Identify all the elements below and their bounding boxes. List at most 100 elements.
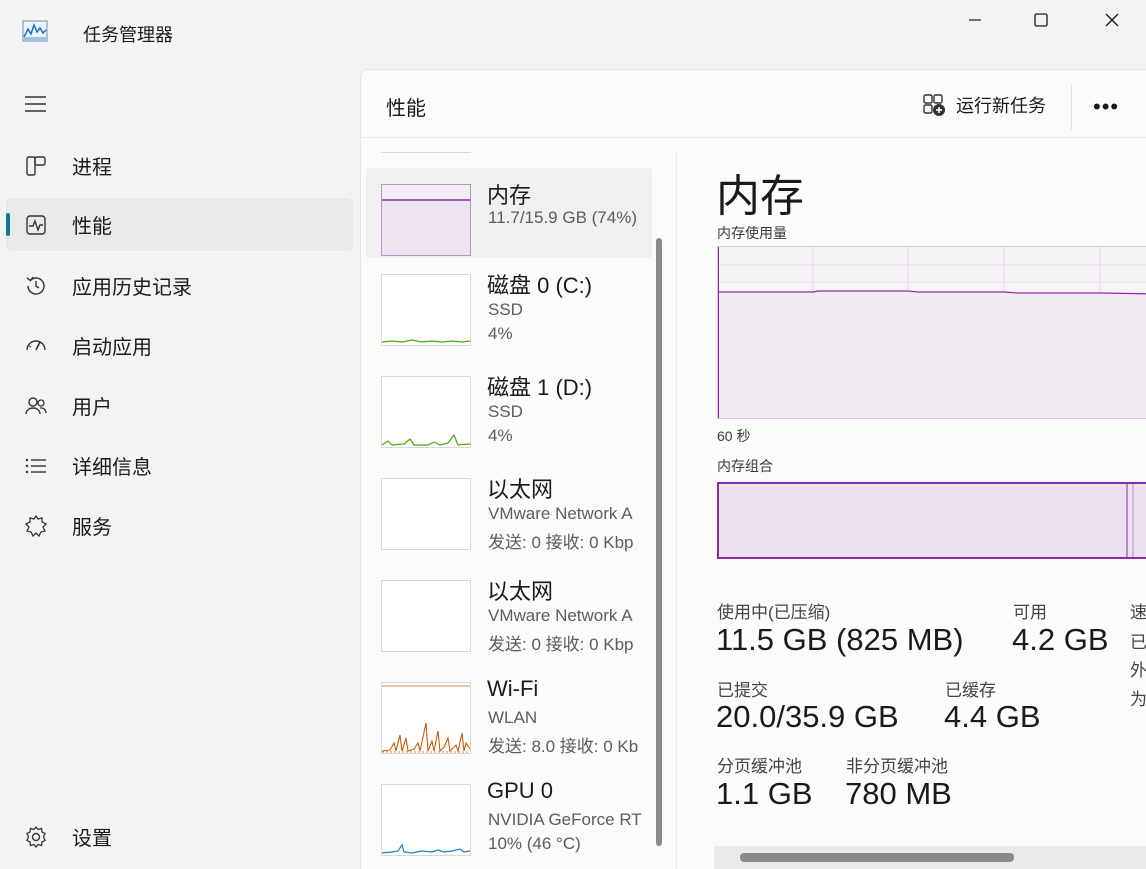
detail-title: 内存 bbox=[716, 172, 804, 221]
device-name: 磁盘 1 (D:) bbox=[487, 375, 593, 400]
task-manager-app-icon bbox=[22, 20, 48, 42]
adapter-name: VMware Network A bbox=[488, 606, 633, 625]
nonpaged-pool-value: 780 MB bbox=[845, 776, 952, 811]
device-name: Wi-Fi bbox=[487, 676, 539, 701]
device-name: 磁盘 0 (C:) bbox=[487, 273, 593, 298]
more-icon: ••• bbox=[1093, 94, 1120, 119]
speed-side-text-2: 外 bbox=[1130, 661, 1146, 680]
active-indicator bbox=[6, 213, 10, 236]
gpu-model: NVIDIA GeForce RT bbox=[488, 810, 642, 829]
disk-1-thumbnail bbox=[381, 376, 471, 448]
memory-thumbnail bbox=[381, 184, 471, 256]
details-icon bbox=[23, 453, 49, 479]
speed-side-text-1: 已 bbox=[1130, 633, 1146, 652]
processes-icon bbox=[23, 153, 49, 179]
sidebar-item-label: 性能 bbox=[72, 216, 112, 238]
minimize-icon bbox=[969, 19, 981, 21]
sidebar-item-label: 服务 bbox=[72, 517, 112, 539]
more-options-button[interactable]: ••• bbox=[1093, 94, 1119, 120]
device-name: GPU 0 bbox=[487, 778, 554, 803]
device-type: SSD bbox=[488, 300, 523, 319]
sidebar-item-settings[interactable]: 设置 bbox=[6, 810, 353, 863]
device-type: SSD bbox=[488, 402, 523, 421]
device-list-scrollbar[interactable] bbox=[656, 238, 662, 846]
close-icon bbox=[1105, 13, 1119, 27]
time-span-label: 60 秒 bbox=[717, 428, 751, 444]
services-icon bbox=[23, 513, 49, 539]
sidebar-item-processes[interactable]: 进程 bbox=[6, 139, 353, 192]
horizontal-scrollbar[interactable] bbox=[740, 853, 1014, 862]
device-item-ethernet-1[interactable]: 以太网 VMware Network A 发送: 0 接收: 0 Kbp bbox=[366, 462, 652, 552]
sidebar-item-services[interactable]: 服务 bbox=[6, 499, 353, 552]
sidebar-item-label: 详细信息 bbox=[72, 457, 152, 479]
header-separator bbox=[361, 137, 1146, 138]
maximize-icon bbox=[1034, 13, 1048, 27]
device-item-memory[interactable]: 内存 11.7/15.9 GB (74%) bbox=[366, 168, 652, 258]
ethernet-1-thumbnail bbox=[381, 478, 471, 550]
available-value: 4.2 GB bbox=[1012, 622, 1109, 657]
run-new-task-icon bbox=[923, 94, 945, 116]
sidebar-item-details[interactable]: 详细信息 bbox=[6, 439, 353, 492]
device-name: 以太网 bbox=[487, 579, 554, 604]
ethernet-2-thumbnail bbox=[381, 580, 471, 652]
cached-value: 4.4 GB bbox=[944, 699, 1041, 734]
close-button[interactable] bbox=[1099, 8, 1125, 32]
committed-value: 20.0/35.9 GB bbox=[716, 699, 899, 734]
committed-label: 已提交 bbox=[717, 681, 768, 700]
device-item-disk-0[interactable]: 磁盘 0 (C:) SSD 4% bbox=[366, 258, 652, 348]
list-divider bbox=[676, 150, 677, 869]
paged-pool-label: 分页缓冲池 bbox=[717, 757, 802, 776]
speed-side-text-3: 为 bbox=[1130, 690, 1146, 709]
memory-composition-bar bbox=[717, 482, 1146, 559]
device-usage: 4% bbox=[488, 426, 513, 445]
settings-label: 设置 bbox=[72, 828, 112, 850]
sidebar-item-performance[interactable]: 性能 bbox=[6, 198, 353, 251]
startup-apps-icon bbox=[23, 333, 49, 359]
memory-composition-label: 内存组合 bbox=[717, 458, 773, 474]
sidebar-item-label: 启动应用 bbox=[72, 337, 152, 359]
device-item-wifi[interactable]: Wi-Fi WLAN 发送: 8.0 接收: 0 Kb bbox=[366, 666, 652, 756]
device-usage: 4% bbox=[488, 324, 513, 343]
adapter-name: WLAN bbox=[488, 708, 538, 727]
performance-icon bbox=[23, 212, 49, 238]
sidebar-item-label: 应用历史记录 bbox=[72, 277, 192, 299]
sidebar-item-users[interactable]: 用户 bbox=[6, 379, 353, 432]
in-use-label: 使用中(已压缩) bbox=[717, 603, 831, 622]
nonpaged-pool-label: 非分页缓冲池 bbox=[846, 757, 948, 776]
memory-usage-label: 内存使用量 bbox=[717, 225, 787, 241]
app-history-icon bbox=[23, 273, 49, 299]
device-item-disk-1[interactable]: 磁盘 1 (D:) SSD 4% bbox=[366, 360, 652, 450]
page-title: 性能 bbox=[386, 98, 426, 120]
sidebar-item-app-history[interactable]: 应用历史记录 bbox=[6, 259, 353, 312]
header-divider bbox=[1071, 84, 1072, 130]
adapter-name: VMware Network A bbox=[488, 504, 633, 523]
minimize-button[interactable] bbox=[962, 8, 988, 32]
gpu-usage: 10% (46 °C) bbox=[488, 834, 581, 853]
sidebar-item-label: 进程 bbox=[72, 157, 112, 179]
throughput: 发送: 0 接收: 0 Kbp bbox=[488, 635, 634, 654]
run-new-task-label: 运行新任务 bbox=[956, 96, 1046, 116]
run-new-task-button[interactable]: 运行新任务 bbox=[922, 92, 1046, 118]
memory-usage-graph bbox=[717, 246, 1146, 419]
gpu-thumbnail bbox=[381, 784, 471, 856]
throughput: 发送: 0 接收: 0 Kbp bbox=[488, 533, 634, 552]
sidebar-item-label: 用户 bbox=[72, 397, 112, 419]
maximize-button[interactable] bbox=[1028, 8, 1054, 32]
hamburger-icon bbox=[25, 96, 46, 112]
device-item-gpu-0[interactable]: GPU 0 NVIDIA GeForce RT 10% (46 °C) bbox=[366, 768, 652, 858]
scrolled-item-edge bbox=[381, 150, 471, 153]
gear-icon bbox=[23, 824, 49, 850]
cached-label: 已缓存 bbox=[945, 681, 996, 700]
paged-pool-value: 1.1 GB bbox=[716, 776, 813, 811]
window-title: 任务管理器 bbox=[83, 25, 173, 45]
sidebar-item-startup-apps[interactable]: 启动应用 bbox=[6, 319, 353, 372]
device-item-ethernet-2[interactable]: 以太网 VMware Network A 发送: 0 接收: 0 Kbp bbox=[366, 564, 652, 654]
wifi-thumbnail bbox=[381, 682, 471, 754]
throughput: 发送: 8.0 接收: 0 Kb bbox=[488, 737, 639, 756]
in-use-value: 11.5 GB (825 MB) bbox=[716, 622, 964, 657]
hamburger-menu-button[interactable] bbox=[24, 95, 48, 113]
device-detail: 11.7/15.9 GB (74%) bbox=[488, 208, 637, 227]
speed-label-partial: 速 bbox=[1130, 603, 1146, 622]
device-name: 以太网 bbox=[487, 477, 554, 502]
disk-0-thumbnail bbox=[381, 274, 471, 346]
